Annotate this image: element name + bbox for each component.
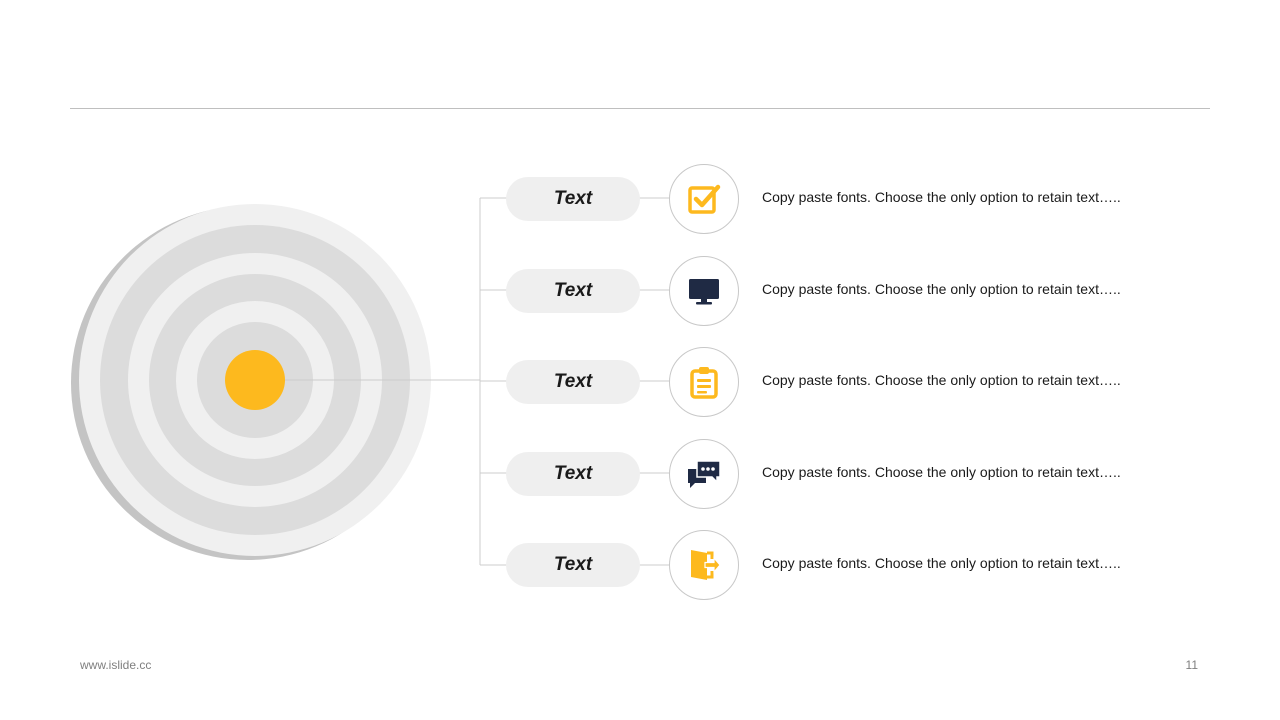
list-item: Text Copy paste fonts. Choose the only o…: [0, 347, 1280, 417]
checkbox-icon: [688, 184, 721, 214]
item-description: Copy paste fonts. Choose the only option…: [762, 372, 1121, 388]
item-description: Copy paste fonts. Choose the only option…: [762, 281, 1121, 297]
icon-badge: [669, 256, 739, 326]
footer-url: www.islide.cc: [80, 658, 152, 672]
item-label: Text: [506, 360, 640, 404]
chat-icon: [688, 460, 721, 488]
list-item: Text Copy paste fonts. Choose the only o…: [0, 530, 1280, 600]
item-description: Copy paste fonts. Choose the only option…: [762, 189, 1121, 205]
icon-badge: [669, 439, 739, 509]
monitor-icon: [689, 279, 719, 305]
item-label: Text: [506, 177, 640, 221]
item-label: Text: [506, 269, 640, 313]
list-item: Text Copy paste fonts. Choose the only o…: [0, 256, 1280, 326]
item-description: Copy paste fonts. Choose the only option…: [762, 464, 1121, 480]
page-number: 11: [1185, 658, 1198, 672]
list-item: Text Copy paste fonts. Choose the only o…: [0, 439, 1280, 509]
item-label: Text: [506, 452, 640, 496]
clipboard-icon: [690, 367, 718, 399]
item-description: Copy paste fonts. Choose the only option…: [762, 555, 1121, 571]
icon-badge: [669, 164, 739, 234]
list-item: Text Copy paste fonts. Choose the only o…: [0, 164, 1280, 234]
exit-door-icon: [691, 550, 721, 580]
icon-badge: [669, 530, 739, 600]
icon-badge: [669, 347, 739, 417]
item-label: Text: [506, 543, 640, 587]
